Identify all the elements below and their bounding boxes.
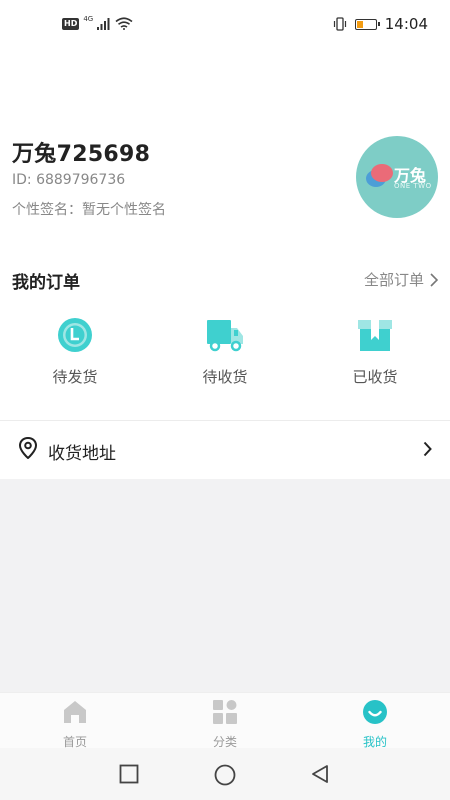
category-grid-icon	[213, 700, 237, 724]
orders-title: 我的订单	[12, 273, 80, 293]
avatar-logo-subtext: ONE TWO	[394, 182, 432, 190]
tab-bar: 首页 分类 我的	[0, 692, 450, 750]
battery-icon	[354, 18, 380, 30]
status-bar: HD 4G 14:04	[0, 0, 450, 52]
order-pending-shipment[interactable]: 待发货	[25, 316, 125, 387]
avatar[interactable]: 万兔 ONE TWO	[356, 136, 438, 218]
empty-content-area	[0, 479, 450, 692]
avatar-bubble-pink	[371, 164, 393, 182]
received-box-icon	[358, 320, 392, 351]
status-left: HD 4G	[62, 14, 133, 30]
back-triangle-icon[interactable]	[310, 764, 330, 784]
profile-face-icon	[363, 700, 387, 724]
orders-header: 我的订单 全部订单	[12, 266, 438, 293]
chevron-right-icon	[423, 441, 432, 457]
network-type: 4G	[83, 14, 94, 23]
status-right: 14:04	[333, 15, 428, 33]
delivery-truck-icon	[207, 320, 243, 352]
all-orders-link[interactable]: 全部订单	[364, 269, 438, 290]
status-time: 14:04	[384, 15, 428, 33]
user-id: ID: 6889796736	[12, 172, 126, 188]
tab-mine[interactable]: 我的	[335, 699, 415, 750]
battery-level	[356, 20, 363, 28]
tab-home[interactable]: 首页	[35, 699, 115, 750]
order-pending-receipt[interactable]: 待收货	[175, 316, 275, 387]
order-received[interactable]: 已收货	[325, 316, 425, 387]
all-orders-label: 全部订单	[363, 271, 424, 289]
chevron-right-icon	[430, 272, 438, 287]
order-received-label: 已收货	[352, 368, 398, 386]
vibrate-icon	[333, 17, 346, 31]
address-row[interactable]: 收货地址	[0, 421, 450, 479]
wifi-icon	[115, 17, 133, 30]
system-navigation-bar	[0, 748, 450, 800]
signal-icon	[97, 17, 110, 30]
order-pending-shipment-label: 待发货	[52, 368, 98, 386]
address-label: 收货地址	[48, 444, 116, 464]
orders-status-row: 待发货 待收货 已收货	[0, 316, 450, 388]
order-pending-receipt-label: 待收货	[202, 368, 248, 386]
location-pin-icon	[18, 437, 38, 459]
home-icon	[64, 701, 86, 723]
clock-icon	[58, 318, 92, 352]
home-circle-icon[interactable]	[214, 764, 236, 786]
hd-badge: HD	[62, 17, 80, 30]
tab-category[interactable]: 分类	[185, 699, 265, 750]
user-signature: 个性签名：暂无个性签名	[12, 202, 166, 218]
recent-apps-icon[interactable]	[119, 764, 139, 784]
username: 万兔725698	[12, 142, 151, 167]
